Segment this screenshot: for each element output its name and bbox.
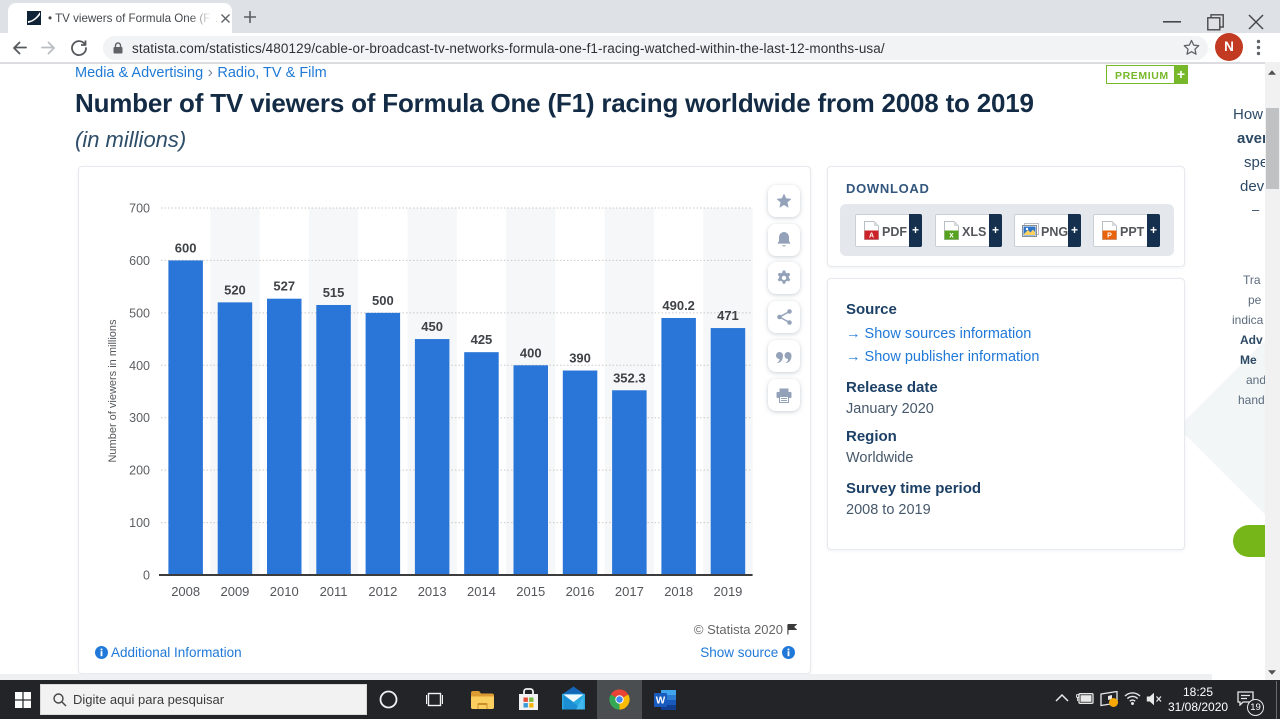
svg-text:2010: 2010: [270, 584, 299, 599]
svg-text:Number of viewers in millions: Number of viewers in millions: [107, 319, 119, 463]
svg-text:2016: 2016: [566, 584, 595, 599]
svg-text:500: 500: [372, 293, 394, 308]
svg-text:2013: 2013: [418, 584, 447, 599]
svg-text:520: 520: [224, 282, 246, 297]
svg-text:100: 100: [129, 516, 150, 530]
svg-text:400: 400: [129, 359, 150, 373]
svg-text:700: 700: [129, 201, 150, 215]
svg-text:2009: 2009: [220, 584, 249, 599]
svg-text:2019: 2019: [713, 584, 742, 599]
svg-text:600: 600: [175, 240, 197, 255]
svg-text:2011: 2011: [320, 584, 348, 599]
svg-text:2015: 2015: [516, 584, 545, 599]
svg-text:A: A: [869, 233, 874, 240]
svg-text:200: 200: [129, 464, 150, 478]
svg-text:515: 515: [323, 285, 345, 300]
svg-text:2018: 2018: [664, 584, 693, 599]
svg-text:0: 0: [143, 569, 150, 583]
svg-text:450: 450: [421, 319, 443, 334]
svg-text:490.2: 490.2: [662, 298, 695, 313]
svg-text:W: W: [656, 696, 666, 707]
svg-text:400: 400: [520, 345, 542, 360]
svg-text:300: 300: [129, 411, 150, 425]
svg-text:527: 527: [273, 279, 295, 294]
svg-text:2008: 2008: [171, 584, 200, 599]
svg-text:x: x: [949, 231, 954, 240]
svg-text:425: 425: [471, 332, 493, 347]
svg-text:2012: 2012: [368, 584, 397, 599]
svg-text:352.3: 352.3: [613, 370, 646, 385]
svg-text:390: 390: [569, 351, 591, 366]
svg-text:2017: 2017: [615, 584, 644, 599]
svg-text:600: 600: [129, 254, 150, 268]
svg-text:500: 500: [129, 306, 150, 320]
svg-text:471: 471: [717, 308, 739, 323]
svg-text:P: P: [1107, 233, 1112, 240]
svg-text:2014: 2014: [467, 584, 496, 599]
